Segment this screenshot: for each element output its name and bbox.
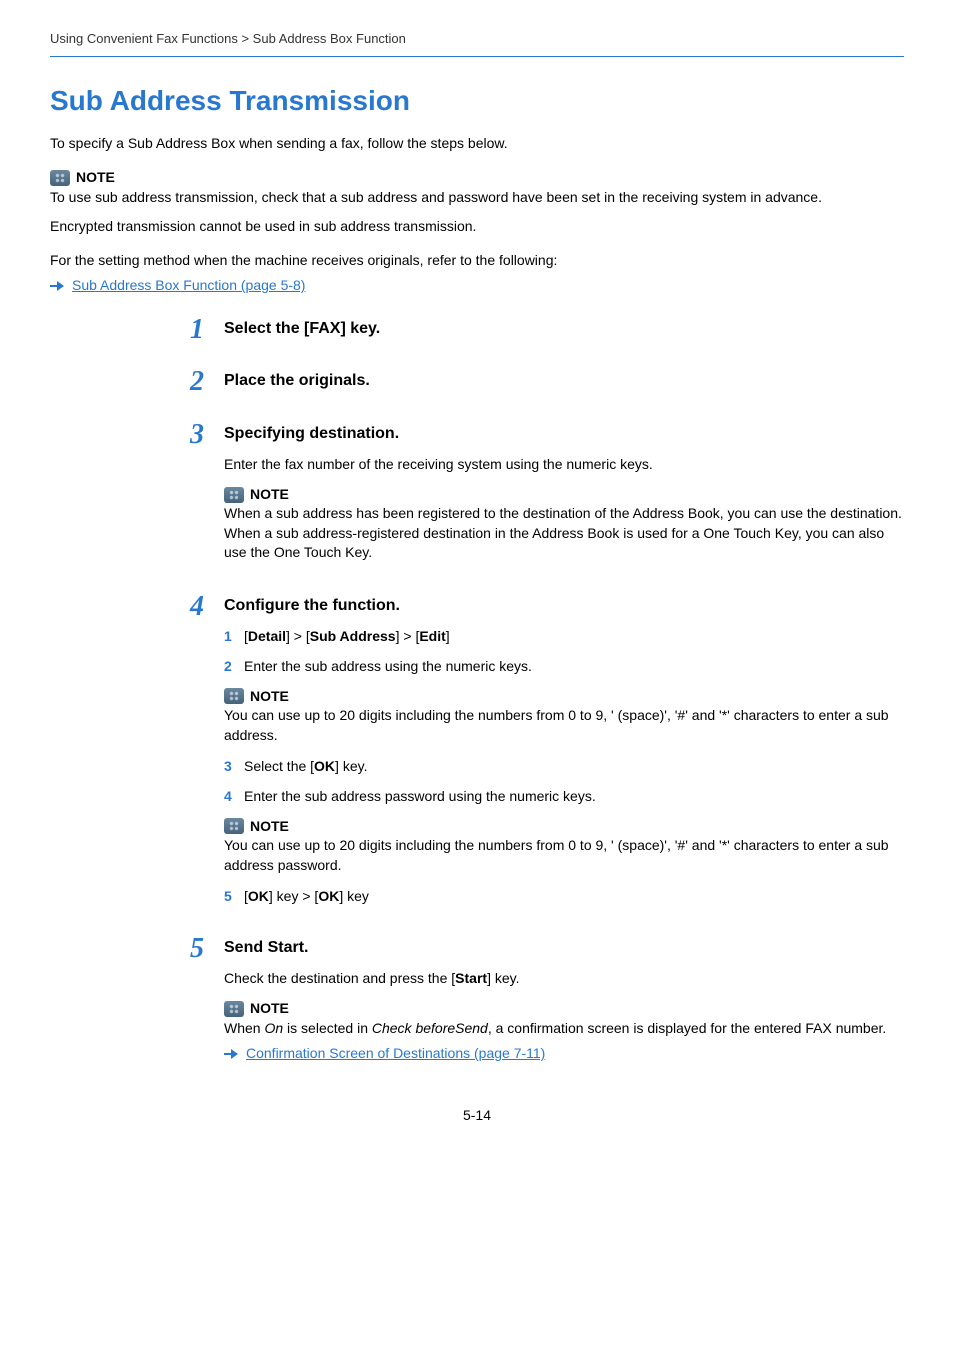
sub-address-box-function-link[interactable]: Sub Address Box Function (page 5-8) [72,276,305,296]
step-number: 2 [190,368,224,396]
page-number: 5-14 [50,1106,904,1126]
substep-number: 4 [224,787,244,807]
note-box-step5: NOTE When On is selected in Check before… [224,999,904,1064]
step-1: 1 Select the [FAX] key. [190,318,904,350]
step-title: Select the [FAX] key. [224,318,904,340]
substep-text: Enter the sub address password using the… [244,787,904,807]
substep-number: 2 [224,657,244,677]
step-4: 4 Configure the function. 1 [Detail] > [… [190,595,904,917]
substep-text: [OK] key > [OK] key [244,887,904,907]
step-5: 5 Send Start. Check the destination and … [190,937,904,1076]
note-label: NOTE [250,817,289,837]
arrow-right-icon [50,280,64,292]
note-label: NOTE [250,485,289,505]
note-icon [224,487,244,503]
note-icon [224,1001,244,1017]
link-row: Sub Address Box Function (page 5-8) [50,276,904,296]
substep-4: 4 Enter the sub address password using t… [224,787,904,807]
substep-number: 3 [224,757,244,777]
note-box-step3: NOTE When a sub address has been registe… [224,485,904,563]
note-box-1: NOTE To use sub address transmission, ch… [50,168,904,237]
step-title: Configure the function. [224,595,904,617]
substep-5: 5 [OK] key > [OK] key [224,887,904,907]
note-text: You can use up to 20 digits including th… [224,836,904,875]
page-title: Sub Address Transmission [50,81,904,120]
step-number: 1 [190,316,224,344]
step-number: 3 [190,421,224,449]
step-text: Check the destination and press the [Sta… [224,969,904,989]
substep-3: 3 Select the [OK] key. [224,757,904,777]
substep-number: 1 [224,627,244,647]
link-row: Confirmation Screen of Destinations (pag… [224,1044,904,1064]
step-2: 2 Place the originals. [190,370,904,402]
confirmation-destinations-link[interactable]: Confirmation Screen of Destinations (pag… [246,1044,545,1064]
substep-number: 5 [224,887,244,907]
step-number: 5 [190,935,224,963]
breadcrumb: Using Convenient Fax Functions > Sub Add… [50,30,904,57]
note-text: When a sub address has been registered t… [224,504,904,563]
note-icon [224,818,244,834]
arrow-right-icon [224,1048,238,1060]
note-label: NOTE [250,687,289,707]
note-label: NOTE [250,999,289,1019]
step-title: Specifying destination. [224,423,904,445]
substep-1: 1 [Detail] > [Sub Address] > [Edit] [224,627,904,647]
substep-text: [Detail] > [Sub Address] > [Edit] [244,627,904,647]
substep-2: 2 Enter the sub address using the numeri… [224,657,904,677]
step-title: Send Start. [224,937,904,959]
substep-text: Enter the sub address using the numeric … [244,657,904,677]
step-3: 3 Specifying destination. Enter the fax … [190,423,904,575]
substep-text: Select the [OK] key. [244,757,904,777]
note-label: NOTE [76,168,115,188]
step-text: Enter the fax number of the receiving sy… [224,455,904,475]
note-icon [224,688,244,704]
intro-text: To specify a Sub Address Box when sendin… [50,134,904,154]
note-icon [50,170,70,186]
note-text: When On is selected in Check beforeSend,… [224,1019,904,1039]
step-number: 4 [190,593,224,621]
note-box-step4b: NOTE You can use up to 20 digits includi… [224,817,904,876]
note-text: To use sub address transmission, check t… [50,188,904,208]
note-text: You can use up to 20 digits including th… [224,706,904,745]
setting-ref-text: For the setting method when the machine … [50,251,904,271]
note-text: Encrypted transmission cannot be used in… [50,217,904,237]
note-box-step4a: NOTE You can use up to 20 digits includi… [224,687,904,746]
step-title: Place the originals. [224,370,904,392]
